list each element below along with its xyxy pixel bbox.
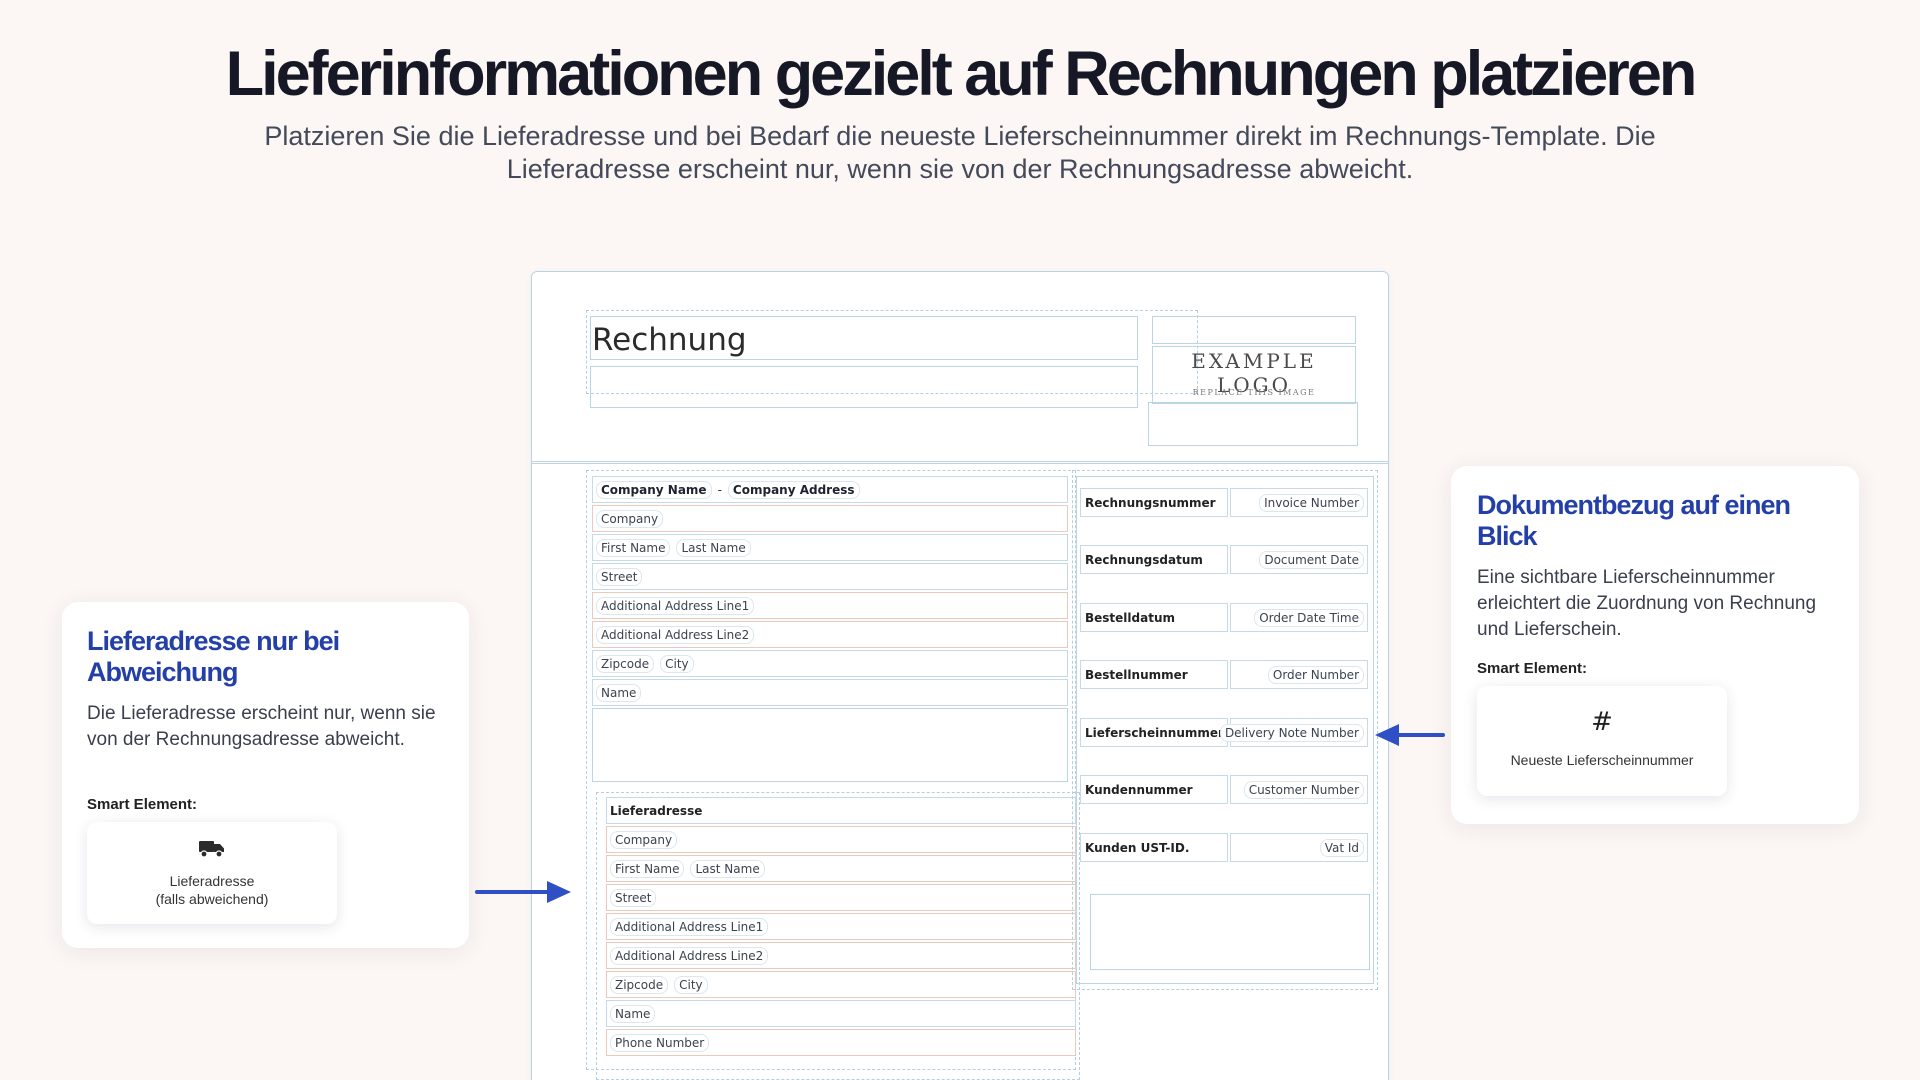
page-title: Lieferinformationen gezielt auf Rechnung…: [225, 39, 1698, 109]
meta-label: Lieferscheinnummer: [1085, 725, 1224, 740]
sender-line: Company Name - Company Address: [592, 476, 1068, 503]
city-tag: City: [674, 975, 708, 994]
meta-empty-box: [1090, 894, 1370, 970]
street-tag: Street: [610, 888, 657, 907]
name-tag: Name: [596, 683, 642, 702]
meta-row-bestellnummer: Bestellnummer Order Number: [1080, 660, 1368, 689]
meta-value: Order Number: [1267, 665, 1364, 684]
shipping-address1: Additional Address Line1: [606, 913, 1076, 940]
address-line1-tag: Additional Address Line1: [596, 596, 755, 615]
address-line2-tag: Additional Address Line2: [596, 625, 755, 644]
smart-element-lieferadresse[interactable]: Lieferadresse (falls abweichend): [87, 822, 337, 924]
truck-icon: [199, 840, 225, 858]
company-tag: Company: [610, 830, 678, 849]
sender-separator: -: [717, 482, 722, 497]
meta-value: Invoice Number: [1259, 493, 1364, 512]
logo-frame-bottom: [1148, 402, 1358, 446]
left-card-title: Lieferadresse nur bei Abweichung: [87, 626, 340, 687]
shipping-street: Street: [606, 884, 1076, 911]
chip-label-line1: Neueste Lieferscheinnummer: [1510, 752, 1694, 768]
last-name-tag: Last Name: [690, 859, 765, 878]
chip-label-line1: Lieferadresse: [169, 873, 255, 889]
billing-name-line: First Name Last Name: [592, 534, 1068, 561]
left-card-smart-label: Smart Element:: [87, 796, 198, 813]
first-name-tag: First Name: [610, 859, 685, 878]
meta-row-rechnungsnummer: Rechnungsnummer Invoice Number: [1080, 488, 1368, 517]
right-card-title: Dokumentbezug auf einen Blick: [1477, 490, 1791, 551]
invoice-title: Rechnung: [592, 322, 747, 358]
shipping-phone: Phone Number: [606, 1029, 1076, 1056]
chip-label-line2: (falls abweichend): [155, 891, 269, 907]
meta-label: Kundennummer: [1085, 782, 1193, 797]
right-callout-card: Dokumentbezug auf einen Blick Eine sicht…: [1451, 466, 1859, 824]
shipping-zip-city: Zipcode City: [606, 971, 1076, 998]
name-tag: Name: [610, 1004, 656, 1023]
phone-number-tag: Phone Number: [610, 1033, 710, 1052]
zipcode-tag: Zipcode: [610, 975, 669, 994]
meta-label: Kunden UST-ID.: [1085, 840, 1190, 855]
meta-label: Bestellnummer: [1085, 667, 1188, 682]
billing-company: Company: [592, 505, 1068, 532]
zipcode-tag: Zipcode: [596, 654, 655, 673]
meta-row-kunden-ust-id: Kunden UST-ID. Vat Id: [1080, 833, 1368, 862]
page-subtitle: Platzieren Sie die Lieferadresse und bei…: [264, 121, 1656, 184]
meta-label: Rechnungsnummer: [1085, 495, 1216, 510]
meta-value: Document Date: [1259, 550, 1364, 569]
logo-caption: REPLACE THIS IMAGE: [1192, 388, 1316, 397]
billing-empty-box: [592, 708, 1068, 782]
first-name-tag: First Name: [596, 538, 671, 557]
meta-value: Delivery Note Number: [1219, 723, 1364, 742]
meta-row-bestelldatum: Bestelldatum Order Date Time: [1080, 603, 1368, 632]
last-name-tag: Last Name: [676, 538, 751, 557]
company-address-tag: Company Address: [727, 480, 860, 499]
meta-value: Order Date Time: [1254, 608, 1364, 627]
section-divider: [532, 461, 1388, 464]
arrow-left-icon: [1375, 724, 1445, 746]
shipping-company: Company: [606, 826, 1076, 853]
lieferadresse-heading: Lieferadresse: [610, 803, 703, 818]
street-tag: Street: [596, 567, 643, 586]
shipping-contact-name: Name: [606, 1000, 1076, 1027]
meta-value: Customer Number: [1243, 780, 1364, 799]
company-tag: Company: [596, 509, 664, 528]
billing-address1: Additional Address Line1: [592, 592, 1068, 619]
shipping-address2: Additional Address Line2: [606, 942, 1076, 969]
left-callout-card: Lieferadresse nur bei Abweichung Die Lie…: [62, 602, 469, 948]
smart-element-lieferscheinnummer[interactable]: # Neueste Lieferscheinnummer: [1477, 686, 1727, 796]
shipping-heading: Lieferadresse: [606, 797, 1076, 824]
billing-contact-name: Name: [592, 679, 1068, 706]
shipping-name-line: First Name Last Name: [606, 855, 1076, 882]
meta-row-rechnungsdatum: Rechnungsdatum Document Date: [1080, 545, 1368, 574]
address-line2-tag: Additional Address Line2: [610, 946, 769, 965]
right-card-smart-label: Smart Element:: [1477, 660, 1588, 677]
company-name-tag: Company Name: [596, 480, 712, 499]
city-tag: City: [660, 654, 694, 673]
billing-street: Street: [592, 563, 1068, 590]
billing-address2: Additional Address Line2: [592, 621, 1068, 648]
address-line1-tag: Additional Address Line1: [610, 917, 769, 936]
billing-zip-city: Zipcode City: [592, 650, 1068, 677]
left-card-body: Die Lieferadresse erscheint nur, wenn si…: [87, 703, 436, 750]
invoice-preview: Rechnung EXAMPLE LOGO REPLACE THIS IMAGE…: [531, 271, 1389, 1080]
right-card-body: Eine sichtbare Lieferscheinnummer erleic…: [1477, 567, 1817, 640]
subtitle-box: [590, 366, 1138, 408]
meta-value: Vat Id: [1319, 838, 1364, 857]
arrow-right-icon: [475, 881, 571, 903]
meta-label: Bestelldatum: [1085, 610, 1175, 625]
logo-frame-top: [1152, 316, 1356, 344]
meta-label: Rechnungsdatum: [1085, 552, 1203, 567]
meta-row-lieferscheinnummer: Lieferscheinnummer Delivery Note Number: [1080, 718, 1368, 747]
hash-icon: #: [1591, 707, 1613, 737]
meta-row-kundennummer: Kundennummer Customer Number: [1080, 775, 1368, 804]
